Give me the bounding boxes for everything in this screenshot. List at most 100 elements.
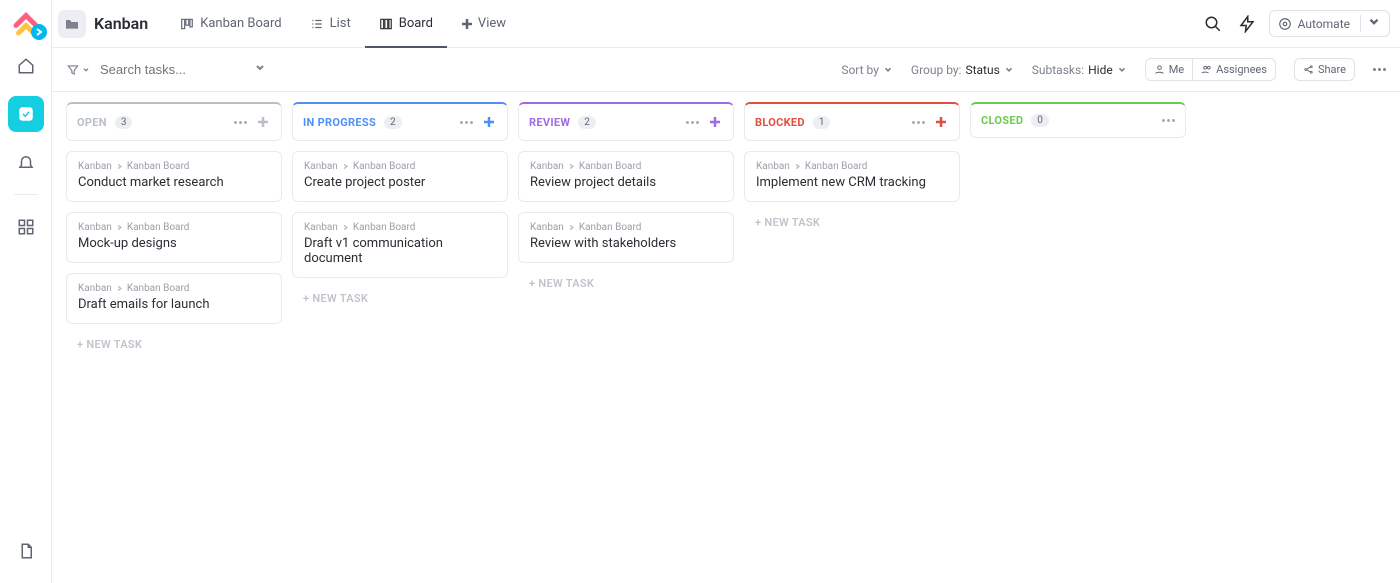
- me-button[interactable]: Me: [1146, 59, 1192, 80]
- task-card[interactable]: KanbanKanban BoardImplement new CRM trac…: [744, 151, 960, 202]
- more-icon[interactable]: [1373, 68, 1386, 71]
- task-card[interactable]: KanbanKanban Board Conduct market researc…: [66, 151, 282, 202]
- tab-kanban-board[interactable]: Kanban Board: [166, 0, 295, 47]
- column-more-icon[interactable]: [460, 121, 473, 124]
- task-title: Review project details: [530, 175, 722, 190]
- group-label: Group by:: [911, 63, 962, 77]
- search-expand[interactable]: [254, 62, 266, 77]
- card-breadcrumb: KanbanKanban Board: [530, 222, 722, 233]
- column-more-icon[interactable]: [234, 121, 247, 124]
- new-task-button[interactable]: + NEW TASK: [66, 334, 282, 355]
- column-add-button[interactable]: [933, 114, 949, 130]
- new-task-button[interactable]: + NEW TASK: [292, 288, 508, 309]
- bolt-icon[interactable]: [1235, 12, 1259, 36]
- card-breadcrumb: KanbanKanban Board: [78, 161, 270, 172]
- task-card[interactable]: KanbanKanban BoardMock-up designs: [66, 212, 282, 263]
- task-card[interactable]: KanbanKanban Board Review project details: [518, 151, 734, 202]
- automate-icon: [1278, 17, 1292, 31]
- card-breadcrumb: KanbanKanban Board: [304, 161, 496, 172]
- column-more-icon[interactable]: [686, 121, 699, 124]
- chevron-right-icon: [794, 163, 801, 170]
- notifications-nav[interactable]: [8, 144, 44, 180]
- column-more-icon[interactable]: [1162, 119, 1175, 122]
- search-icon[interactable]: [1201, 12, 1225, 36]
- column-name: CLOSED: [981, 114, 1023, 127]
- add-view-button[interactable]: View: [447, 16, 520, 31]
- column-add-button[interactable]: [255, 114, 271, 130]
- chevron-right-icon: [568, 224, 575, 231]
- expand-sidebar-icon[interactable]: [31, 24, 47, 40]
- search-input[interactable]: [100, 62, 250, 77]
- column-add-button[interactable]: [481, 114, 497, 130]
- task-card[interactable]: KanbanKanban Board Draft v1 communication…: [292, 212, 508, 278]
- task-title: Review with stakeholders: [530, 236, 722, 251]
- column-header[interactable]: OPEN 3: [66, 102, 282, 141]
- task-title: Create project poster: [304, 175, 496, 190]
- sidebar: [0, 0, 52, 583]
- column-more-icon[interactable]: [912, 121, 925, 124]
- card-breadcrumb: KanbanKanban Board: [304, 222, 496, 233]
- column-count: 2: [578, 116, 596, 129]
- chevron-down-icon: [883, 65, 893, 75]
- column-count: 1: [813, 116, 831, 129]
- home-nav[interactable]: [8, 48, 44, 84]
- page-title: Kanban: [94, 14, 148, 33]
- column-count: 2: [384, 116, 402, 129]
- chevron-down-icon: [1117, 65, 1127, 75]
- task-card[interactable]: KanbanKanban BoardDraft emails for launc…: [66, 273, 282, 324]
- column-header[interactable]: IN PROGRESS 2: [292, 102, 508, 141]
- tab-board[interactable]: Board: [365, 0, 447, 47]
- task-title: Conduct market research: [78, 175, 270, 190]
- column-header[interactable]: REVIEW 2: [518, 102, 734, 141]
- column-name: REVIEW: [529, 116, 570, 129]
- column-name: BLOCKED: [755, 116, 805, 129]
- docs-nav[interactable]: [8, 533, 44, 569]
- folder-icon-button[interactable]: [58, 10, 86, 38]
- board-column: CLOSED 0: [970, 102, 1186, 573]
- subtasks-control[interactable]: Subtasks: Hide: [1032, 63, 1127, 77]
- group-by-control[interactable]: Group by: Status: [911, 63, 1014, 77]
- subtasks-value: Hide: [1088, 63, 1113, 77]
- toolbar: Sort by Group by: Status Subtasks: Hide …: [52, 48, 1400, 92]
- board-area: OPEN 3 KanbanKanban Board Conduct market re…: [52, 92, 1400, 583]
- board-column: BLOCKED 1 KanbanKanban BoardImplement new …: [744, 102, 960, 573]
- assignees-button[interactable]: Assignees: [1192, 59, 1275, 80]
- add-view-label: View: [478, 16, 506, 31]
- chevron-right-icon: [568, 163, 575, 170]
- sort-by-control[interactable]: Sort by: [841, 63, 893, 77]
- share-button[interactable]: Share: [1294, 58, 1355, 81]
- chevron-right-icon: [116, 224, 123, 231]
- tasks-nav[interactable]: [8, 96, 44, 132]
- column-name: OPEN: [77, 116, 107, 129]
- card-breadcrumb: KanbanKanban Board: [78, 222, 270, 233]
- tab-label: List: [330, 16, 351, 31]
- card-breadcrumb: KanbanKanban Board: [530, 161, 722, 172]
- column-header[interactable]: BLOCKED 1: [744, 102, 960, 141]
- filter-icon: [66, 63, 80, 77]
- filter-button[interactable]: [66, 63, 90, 77]
- column-count: 0: [1031, 114, 1049, 127]
- app-logo[interactable]: [11, 8, 41, 38]
- automate-chevron[interactable]: [1360, 15, 1381, 32]
- subtasks-label: Subtasks:: [1032, 63, 1084, 77]
- sidebar-divider: [14, 194, 38, 195]
- column-name: IN PROGRESS: [303, 116, 376, 129]
- automate-label: Automate: [1298, 17, 1350, 31]
- new-task-button[interactable]: + NEW TASK: [518, 273, 734, 294]
- board-column: REVIEW 2 KanbanKanban Board Review project …: [518, 102, 734, 573]
- tab-list[interactable]: List: [296, 0, 365, 47]
- group-value: Status: [965, 63, 999, 77]
- task-card[interactable]: KanbanKanban Board Create project poster: [292, 151, 508, 202]
- topbar: Kanban Kanban Board List Board View: [52, 0, 1400, 48]
- column-header[interactable]: CLOSED 0: [970, 102, 1186, 138]
- board-column: OPEN 3 KanbanKanban Board Conduct market re…: [66, 102, 282, 573]
- apps-nav[interactable]: [8, 209, 44, 245]
- view-tabs: Kanban Board List Board View: [166, 0, 520, 47]
- task-title: Draft v1 communication document: [304, 236, 496, 266]
- people-buttons: Me Assignees: [1145, 58, 1276, 81]
- automate-button[interactable]: Automate: [1269, 10, 1390, 37]
- task-card[interactable]: KanbanKanban Board Review with stakeholde…: [518, 212, 734, 263]
- column-count: 3: [115, 116, 133, 129]
- column-add-button[interactable]: [707, 114, 723, 130]
- new-task-button[interactable]: + NEW TASK: [744, 212, 960, 233]
